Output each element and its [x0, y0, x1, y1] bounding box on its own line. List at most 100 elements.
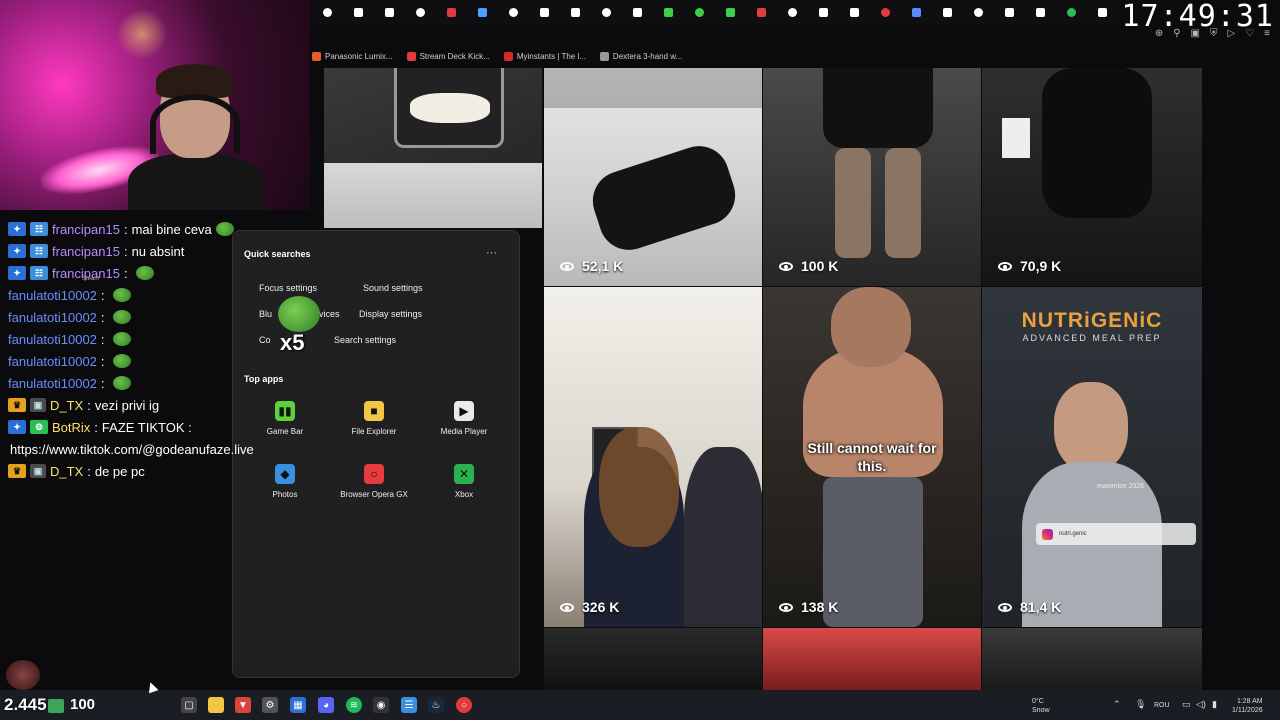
browser-tab-icon[interactable] [436, 0, 467, 24]
zoom-icon[interactable]: ⊕ [1155, 28, 1163, 46]
chat-message: ♛ ▣ D_TX: de pe pc [0, 460, 320, 482]
volume-icon[interactable]: ◁) [1196, 700, 1206, 709]
browser-tab-icon[interactable] [498, 0, 529, 24]
chevron-up-icon[interactable]: ⌃ [1113, 700, 1121, 709]
language-indicator[interactable]: ROU [1154, 701, 1170, 710]
steam-icon[interactable]: ♨ [428, 697, 444, 713]
browser-tab-icon[interactable] [591, 0, 622, 24]
favicon-icon [354, 7, 363, 17]
favicon-icon [509, 7, 518, 17]
browser-tab-icon[interactable] [312, 0, 343, 24]
spotify-icon[interactable]: ≋ [346, 697, 362, 713]
chat-message: fanulatoti10002: [0, 284, 320, 306]
chat-username[interactable]: fanulatoti10002 [8, 332, 97, 347]
quick-search-devices[interactable]: vices [319, 309, 340, 319]
settings-icon[interactable]: ⚙ [262, 697, 278, 713]
chat-username[interactable]: fanulatoti10002 [8, 288, 97, 303]
brave-icon[interactable]: ▼ [235, 697, 251, 713]
eye-icon [560, 261, 574, 271]
quick-search-sound[interactable]: Sound settings [363, 283, 423, 293]
browser-tab-icon[interactable] [746, 0, 777, 24]
bookmark-item[interactable]: Stream Deck Kick... [406, 51, 490, 61]
quick-search-display[interactable]: Display settings [359, 309, 422, 319]
video-thumb-5[interactable]: Still cannot wait for this. 138 K [763, 287, 981, 627]
browser-tab-icon[interactable] [467, 0, 498, 24]
video-thumb-teeth[interactable] [324, 68, 542, 228]
browser-tab-icon[interactable] [777, 0, 808, 24]
obs-icon[interactable]: ◉ [373, 697, 389, 713]
browser-tab-icon[interactable] [1056, 0, 1087, 24]
chat-username[interactable]: fanulatoti10002 [8, 310, 97, 325]
file-explorer-icon[interactable] [208, 697, 224, 713]
notepad-icon[interactable]: ☰ [401, 697, 417, 713]
chat-username[interactable]: D_TX [50, 398, 83, 413]
favicon-icon [757, 7, 766, 17]
headset-icon [150, 94, 240, 154]
video-thumb-4[interactable]: 326 K [544, 287, 762, 627]
xbox-icon: ✕ [454, 464, 474, 484]
pepe-emote-icon [215, 222, 234, 236]
video-thumb-6[interactable]: NUTRiGENiC ADVANCED MEAL PREP maximise 2… [982, 287, 1202, 627]
browser-tab-icon[interactable] [529, 0, 560, 24]
app-tile[interactable]: ▶ Media Player [419, 401, 509, 436]
browser-tab-icon[interactable] [343, 0, 374, 24]
chat-username[interactable]: BotRix [52, 420, 90, 435]
video-thumb-7[interactable] [544, 628, 762, 690]
opera-gx-icon[interactable]: ○ [456, 697, 472, 713]
extensions-icon[interactable]: ▣ [1191, 28, 1200, 46]
app-tile[interactable]: ■ File Explorer [329, 401, 419, 436]
browser-tab-icon[interactable] [653, 0, 684, 24]
favicon-icon [881, 7, 890, 17]
chat-username[interactable]: fanulatoti10002 [8, 354, 97, 369]
more-options-button[interactable]: ··· [486, 247, 497, 259]
browser-tab-icon[interactable] [715, 0, 746, 24]
subscriber-badge-icon: ☷ [30, 244, 48, 258]
browser-tab-icon[interactable] [994, 0, 1025, 24]
browser-tab-icon[interactable] [932, 0, 963, 24]
video-thumb-8[interactable] [763, 628, 981, 690]
menu-icon[interactable]: ≡ [1264, 28, 1270, 46]
weather-widget[interactable]: 0°C Snow [1032, 697, 1050, 715]
browser-tab-icon[interactable] [1087, 0, 1118, 24]
browser-tab-icon[interactable] [405, 0, 436, 24]
shield-icon[interactable]: ⛨ [1210, 28, 1218, 46]
bookmark-item[interactable]: Panasonic Lumix... [312, 51, 393, 61]
favicon-icon [540, 7, 549, 17]
network-icon[interactable]: ▭ [1182, 700, 1191, 709]
browser-tab-icon[interactable] [901, 0, 932, 24]
avatar [6, 660, 40, 690]
discord-icon[interactable]: ◕ [318, 697, 334, 713]
chat-username[interactable]: D_TX [50, 464, 83, 479]
browser-tab-icon[interactable] [963, 0, 994, 24]
pin-icon[interactable]: ⚲ [1173, 28, 1180, 46]
taskbar-clock[interactable]: 1:28 AM 1/11/2026 [1232, 697, 1263, 715]
play-icon[interactable]: ▷ [1227, 28, 1235, 46]
video-thumb-9[interactable] [982, 628, 1202, 690]
heart-icon[interactable]: ♡ [1245, 28, 1254, 46]
app-label: Photos [272, 490, 298, 499]
chat-username[interactable]: francipan15 [52, 222, 120, 237]
browser-tab-icon[interactable] [870, 0, 901, 24]
quick-search-search[interactable]: Search settings [334, 335, 396, 345]
chat-link[interactable]: https://www.tiktok.com/@godeanufaze.live [0, 438, 320, 460]
bookmark-item[interactable]: Myinstants | The l... [503, 51, 586, 61]
mic-icon[interactable]: 🎙 [1135, 700, 1146, 709]
browser-tab-icon[interactable] [1025, 0, 1056, 24]
browser-tab-icon[interactable] [560, 0, 591, 24]
browser-tab-icon[interactable] [839, 0, 870, 24]
video-thumb-1[interactable]: 52,1 K [544, 68, 762, 286]
video-thumb-3[interactable]: 70,9 K [982, 68, 1202, 286]
store-icon[interactable]: ▦ [290, 697, 306, 713]
app-tile[interactable]: ○ Browser Opera GX [329, 464, 419, 499]
app-tile[interactable]: ✕ Xbox [419, 464, 509, 499]
browser-tab-icon[interactable] [684, 0, 715, 24]
chat-username[interactable]: francipan15 [52, 244, 120, 259]
battery-icon[interactable]: ▮ [1212, 700, 1217, 709]
task-view-icon[interactable]: ▢ [181, 697, 197, 713]
browser-tab-icon[interactable] [374, 0, 405, 24]
chat-username[interactable]: fanulatoti10002 [8, 376, 97, 391]
bookmark-item[interactable]: Dextera 3-hand w... [599, 51, 682, 61]
video-thumb-2[interactable]: 100 K [763, 68, 981, 286]
browser-tab-icon[interactable] [808, 0, 839, 24]
browser-tab-icon[interactable] [622, 0, 653, 24]
